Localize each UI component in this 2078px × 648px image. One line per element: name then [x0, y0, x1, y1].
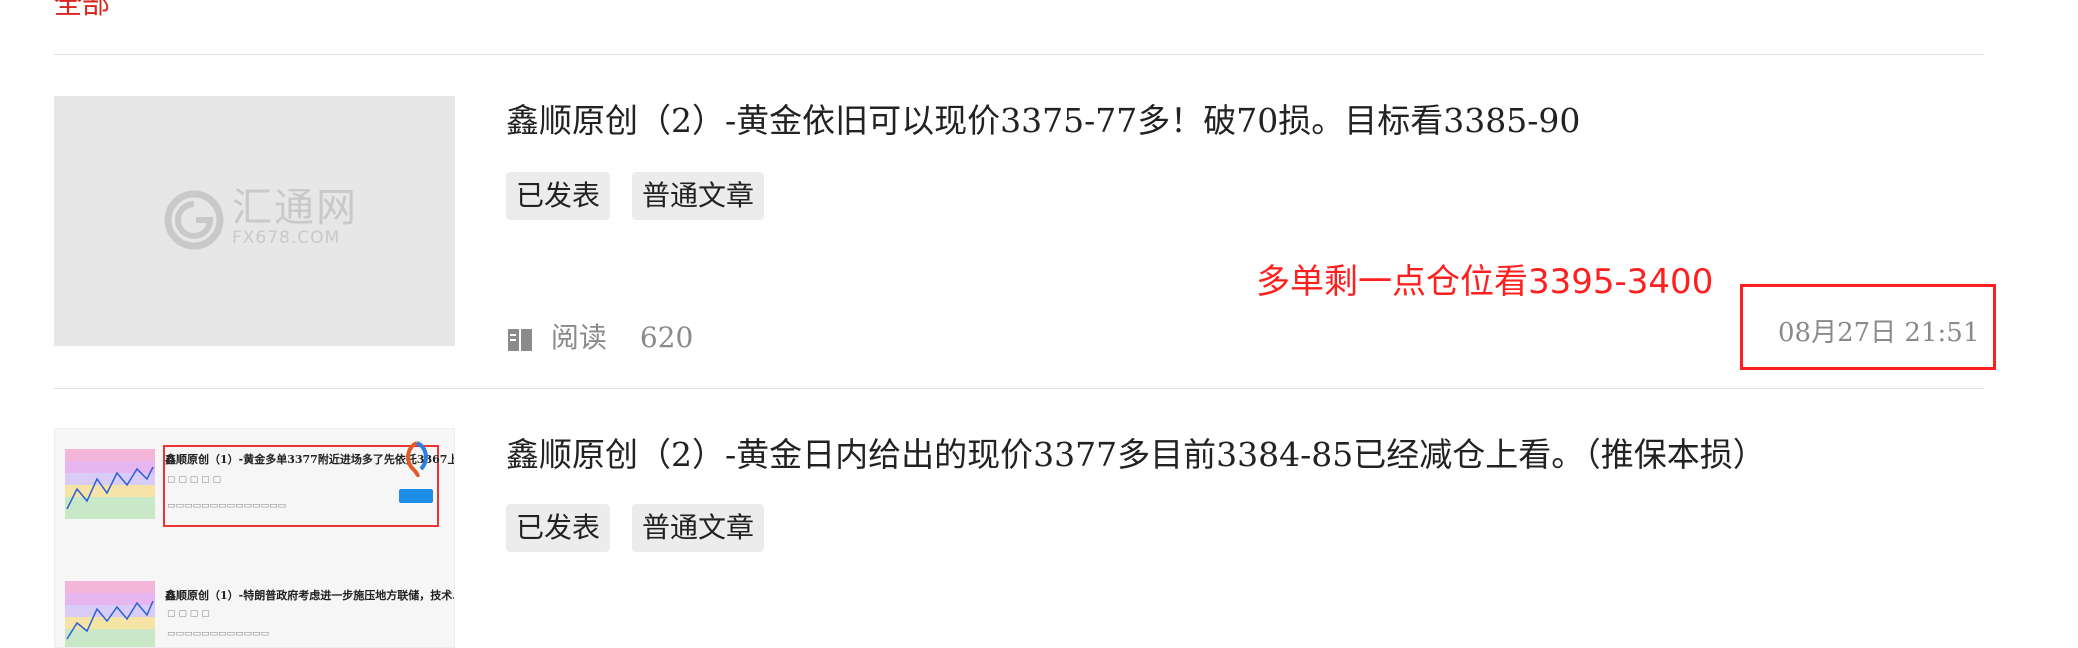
read-stats: 阅读 620 [506, 316, 693, 356]
logo-cn: 汇通网 [232, 185, 358, 231]
read-label: 阅读 [550, 321, 607, 354]
mini-meta: ▢ ▢ ▢ ▢ [167, 609, 210, 619]
tab-all[interactable]: 全部 [54, 0, 110, 22]
mini-summary: ▭▭▭▭▭▭▭▭▭▭▭▭▭▭ [167, 501, 287, 511]
book-icon [508, 328, 532, 351]
publish-time: 08月27日 21:51 [1778, 318, 1980, 348]
article-thumbnail[interactable]: 鑫顺原创（1）-黄金多单3377附近进场多了先依托3367上方看… ▢ ▢ ▢ … [54, 428, 455, 648]
status-tag: 已发表 [506, 504, 611, 552]
divider [54, 54, 1984, 55]
logo-text: 汇通网 FX678.COM [232, 186, 358, 248]
mini-logo-icon [406, 441, 428, 477]
fx678-logo-icon [164, 190, 224, 250]
logo-en: FX678.COM [232, 228, 341, 248]
read-count: 620 [639, 321, 694, 354]
mini-summary: ▭▭▭▭▭▭▭▭▭▭▭▭ [167, 629, 270, 639]
type-tag: 普通文章 [632, 504, 765, 552]
mini-chart [65, 581, 155, 647]
article-title[interactable]: 鑫顺原创（2）-黄金依旧可以现价3375-77多！破70损。目标看3385-90 [506, 94, 1580, 142]
status-tag: 已发表 [506, 172, 611, 220]
divider [54, 388, 1984, 389]
mini-button [399, 489, 433, 503]
annotation-text: 多单剩一点仓位看3395-3400 [1256, 262, 1714, 302]
type-tag: 普通文章 [632, 172, 765, 220]
article-title[interactable]: 鑫顺原创（2）-黄金日内给出的现价3377多目前3384-85已经减仓上看。（推… [506, 428, 1766, 476]
mini-chart [65, 449, 155, 519]
mini-meta: ▢ ▢ ▢ ▢ ▢ [167, 475, 221, 485]
article-thumbnail[interactable]: 汇通网 FX678.COM [54, 96, 455, 346]
mini-title: 鑫顺原创（1）-特朗普政府考虑进一步施压地方联储，技术… [165, 589, 455, 602]
